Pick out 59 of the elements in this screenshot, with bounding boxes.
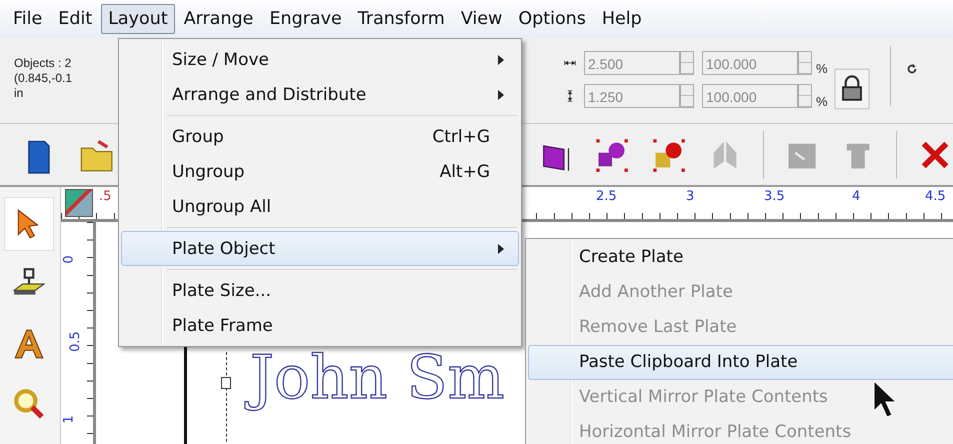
menu-item-label: Ungroup — [172, 162, 246, 182]
ruler-label: 0.5 — [68, 331, 83, 352]
menu-item-label: Plate Frame — [172, 316, 274, 336]
menu-item-label: Size / Move — [172, 50, 270, 70]
ruler-label: 0 — [62, 255, 77, 264]
shortcut-label: Ctrl+G — [432, 126, 490, 146]
menu-item[interactable]: Plate Frame — [121, 308, 519, 343]
menu-item[interactable]: Size / Move — [121, 42, 519, 77]
ruler-label: .5 — [99, 189, 112, 204]
rotate-icon[interactable] — [904, 62, 919, 76]
menu-item-label: Plate Object — [172, 238, 276, 258]
tool-button[interactable] — [4, 197, 54, 251]
menu-item: Horizontal Mirror Plate Contents — [578, 421, 852, 444]
menu-item[interactable]: Ungroup All — [121, 189, 519, 224]
canvas-text: John Sm — [246, 340, 509, 416]
menu-item[interactable]: Ungroup Alt+G — [121, 154, 519, 189]
menu-item: Vertical Mirror Plate Contents — [578, 386, 829, 409]
menu-item[interactable]: File — [6, 4, 50, 34]
menu-item-label: Arrange and Distribute — [172, 84, 368, 104]
menu-item: Add Another Plate — [578, 281, 734, 304]
info-text: Objects : 2 — [14, 56, 72, 71]
menu-item[interactable]: Engrave — [262, 4, 349, 34]
menu-item[interactable]: Create Plate — [528, 240, 690, 275]
shortcut-label: Alt+G — [440, 162, 490, 182]
menu-item[interactable]: Paste Clipboard Into Plate — [528, 345, 953, 380]
ruler-label: 3.5 — [764, 189, 785, 204]
menu-item-label: Ungroup All — [172, 196, 272, 216]
lock-icon[interactable] — [834, 68, 870, 110]
ruler-label: 4 — [852, 189, 860, 204]
menu-item[interactable]: Transform — [350, 4, 452, 34]
ruler-label: 1 — [62, 415, 77, 424]
selection-handle[interactable] — [221, 377, 231, 389]
percent-label: % — [816, 61, 828, 76]
menu-item[interactable]: Arrange — [176, 4, 260, 34]
menu-item[interactable]: Layout — [101, 4, 175, 34]
menu-item[interactable]: Options — [511, 4, 593, 34]
submenu-arrow-icon — [498, 54, 504, 64]
menu-item[interactable]: Group Ctrl+G — [121, 119, 519, 154]
magnifier-icon — [12, 387, 46, 421]
mouse-pointer-icon — [872, 379, 896, 419]
menu-item-label: Plate Size... — [172, 280, 272, 300]
menu-item[interactable]: Edit — [51, 4, 100, 34]
letter-a-icon — [12, 327, 46, 361]
menu-item[interactable]: View — [454, 4, 510, 34]
ruler-label: 2.5 — [596, 189, 617, 204]
info-text: (0.845,-0.1 — [14, 71, 74, 86]
ruler-label: 4.5 — [925, 189, 946, 204]
menu-item-label: Group — [172, 126, 225, 146]
submenu-arrow-icon — [498, 244, 504, 254]
ruler-origin-icon[interactable] — [65, 189, 93, 217]
menu-item[interactable]: Plate Size... — [121, 273, 519, 308]
menu-item[interactable]: Help — [594, 4, 649, 34]
menu-item: Remove Last Plate — [578, 316, 738, 339]
info-text: in — [14, 86, 24, 101]
menu-item[interactable]: Plate Object — [121, 231, 519, 266]
submenu-arrow-icon — [498, 90, 504, 100]
menu-item[interactable]: Arrange and Distribute — [121, 77, 519, 112]
ruler-label: 3 — [686, 189, 694, 204]
percent-label: % — [816, 94, 828, 109]
